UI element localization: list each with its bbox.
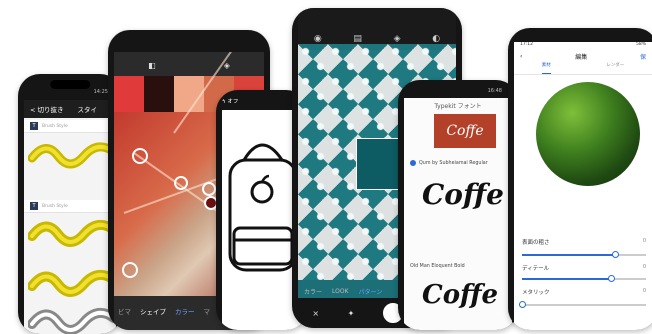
material-screen: 17:12 58% ‹ 編集 保 素材 レンダー 表面の粗さ 0 ディテール 0… <box>514 42 652 330</box>
font-option[interactable]: Qum by Subheiamai Regular <box>410 160 488 166</box>
wavy-stroke-preview <box>28 142 116 169</box>
brush-screen: < 切り抜き スタイ T Brush Style T Brush Style <box>24 100 116 334</box>
slider-label: 表面の粗さ <box>522 240 550 246</box>
slider-label: ディテール <box>522 266 550 272</box>
wand-icon[interactable]: ✦ <box>348 309 355 318</box>
color-picker-ring[interactable] <box>122 262 138 278</box>
font-option[interactable]: Old Man Eloquent Bold <box>410 264 465 269</box>
tab-1[interactable]: ビマ <box>118 306 131 316</box>
page-title: Typekit フォント <box>434 103 482 110</box>
type-screen: Typekit フォント Coffe Qum by Subheiamai Reg… <box>404 98 512 330</box>
row-text: Brush Style <box>42 203 68 209</box>
panel-icon[interactable]: ◧ <box>148 61 156 70</box>
battery: 58% <box>635 42 646 47</box>
status-time: 14:25 <box>93 89 108 95</box>
tab-color[interactable]: カラー <box>175 306 195 316</box>
status-bar: 17:12 58% <box>514 42 652 50</box>
share-icon[interactable]: ◉ <box>314 34 322 44</box>
phone-material: 17:12 58% ‹ 編集 保 素材 レンダー 表面の粗さ 0 ディテール 0… <box>508 28 652 330</box>
target-icon[interactable]: ◈ <box>394 34 401 44</box>
tab-pattern[interactable]: パターン <box>359 287 383 296</box>
color-picker-ring[interactable] <box>132 148 148 164</box>
swatch[interactable] <box>144 76 174 112</box>
layers-icon[interactable]: ▤ <box>353 34 362 44</box>
font-preview: Coffe <box>422 178 504 211</box>
selected-check-icon <box>410 160 416 166</box>
slider-knob[interactable] <box>608 275 615 282</box>
save-button[interactable]: 保 <box>640 52 646 61</box>
brush-icon[interactable]: ◐ <box>432 34 440 44</box>
type-badge: T <box>30 122 38 130</box>
color-picker-ring[interactable] <box>202 182 216 196</box>
list-item[interactable]: T Brush Style <box>24 120 116 133</box>
swatch[interactable] <box>114 76 144 112</box>
phone-type: 16:48 Typekit フォント Coffe Qum by Subheiam… <box>398 80 518 330</box>
color-picker-ring[interactable] <box>174 176 188 190</box>
captured-type-sample: Coffe <box>434 114 496 148</box>
tab-material[interactable]: 素材 <box>541 62 551 74</box>
close-icon[interactable]: × <box>312 309 319 318</box>
nav-title: スタイ <box>77 106 98 114</box>
nav-bar: < 切り抜き スタイ <box>24 100 116 118</box>
tab-color[interactable]: カラー <box>304 287 322 296</box>
row-text: Brush Style <box>42 123 68 129</box>
toolbar: ◧ ◈ <box>114 58 264 72</box>
back-icon[interactable]: ‹ <box>520 53 522 60</box>
slider-track[interactable] <box>522 304 646 306</box>
tab-render[interactable]: レンダー <box>606 62 624 74</box>
slider-knob[interactable] <box>519 301 526 308</box>
slider-value: 0 <box>642 288 646 294</box>
page-title: 編集 <box>575 53 588 61</box>
material-sphere[interactable] <box>536 82 640 186</box>
tab-4[interactable]: マ <box>204 306 211 316</box>
header: ‹ 編集 保 <box>514 50 652 62</box>
font-name: Qum by Subheiamai Regular <box>419 160 488 166</box>
flash-toggle[interactable]: ϟ オフ <box>222 97 238 105</box>
tab-shape[interactable]: シェイプ <box>140 306 166 316</box>
phone-notch <box>50 80 90 89</box>
status-time: 17:12 <box>520 42 533 47</box>
slider-fill <box>522 254 615 256</box>
type-badge: T <box>30 202 38 210</box>
slider-label: メタリック <box>522 290 550 296</box>
slider-value: 0 <box>642 238 646 244</box>
back-button[interactable]: < 切り抜き <box>30 104 64 114</box>
backpack-screen <box>222 110 302 330</box>
backpack-sketch <box>228 143 298 272</box>
list-item[interactable]: T Brush Style <box>24 200 116 213</box>
slider-fill <box>522 278 611 280</box>
tab-look[interactable]: LOOK <box>332 288 349 295</box>
status-time: 16:48 <box>487 88 502 94</box>
font-preview: Coffe <box>422 280 499 310</box>
slider-value: 0 <box>642 264 646 270</box>
wavy-stroke-preview <box>28 219 116 334</box>
slider-knob[interactable] <box>612 251 619 258</box>
font-name: Old Man Eloquent Bold <box>410 264 465 269</box>
phone-brush-styles: 14:25 < 切り抜き スタイ T Brush Style T Brush S… <box>18 74 122 334</box>
tab-bar: 素材 レンダー <box>514 62 652 75</box>
